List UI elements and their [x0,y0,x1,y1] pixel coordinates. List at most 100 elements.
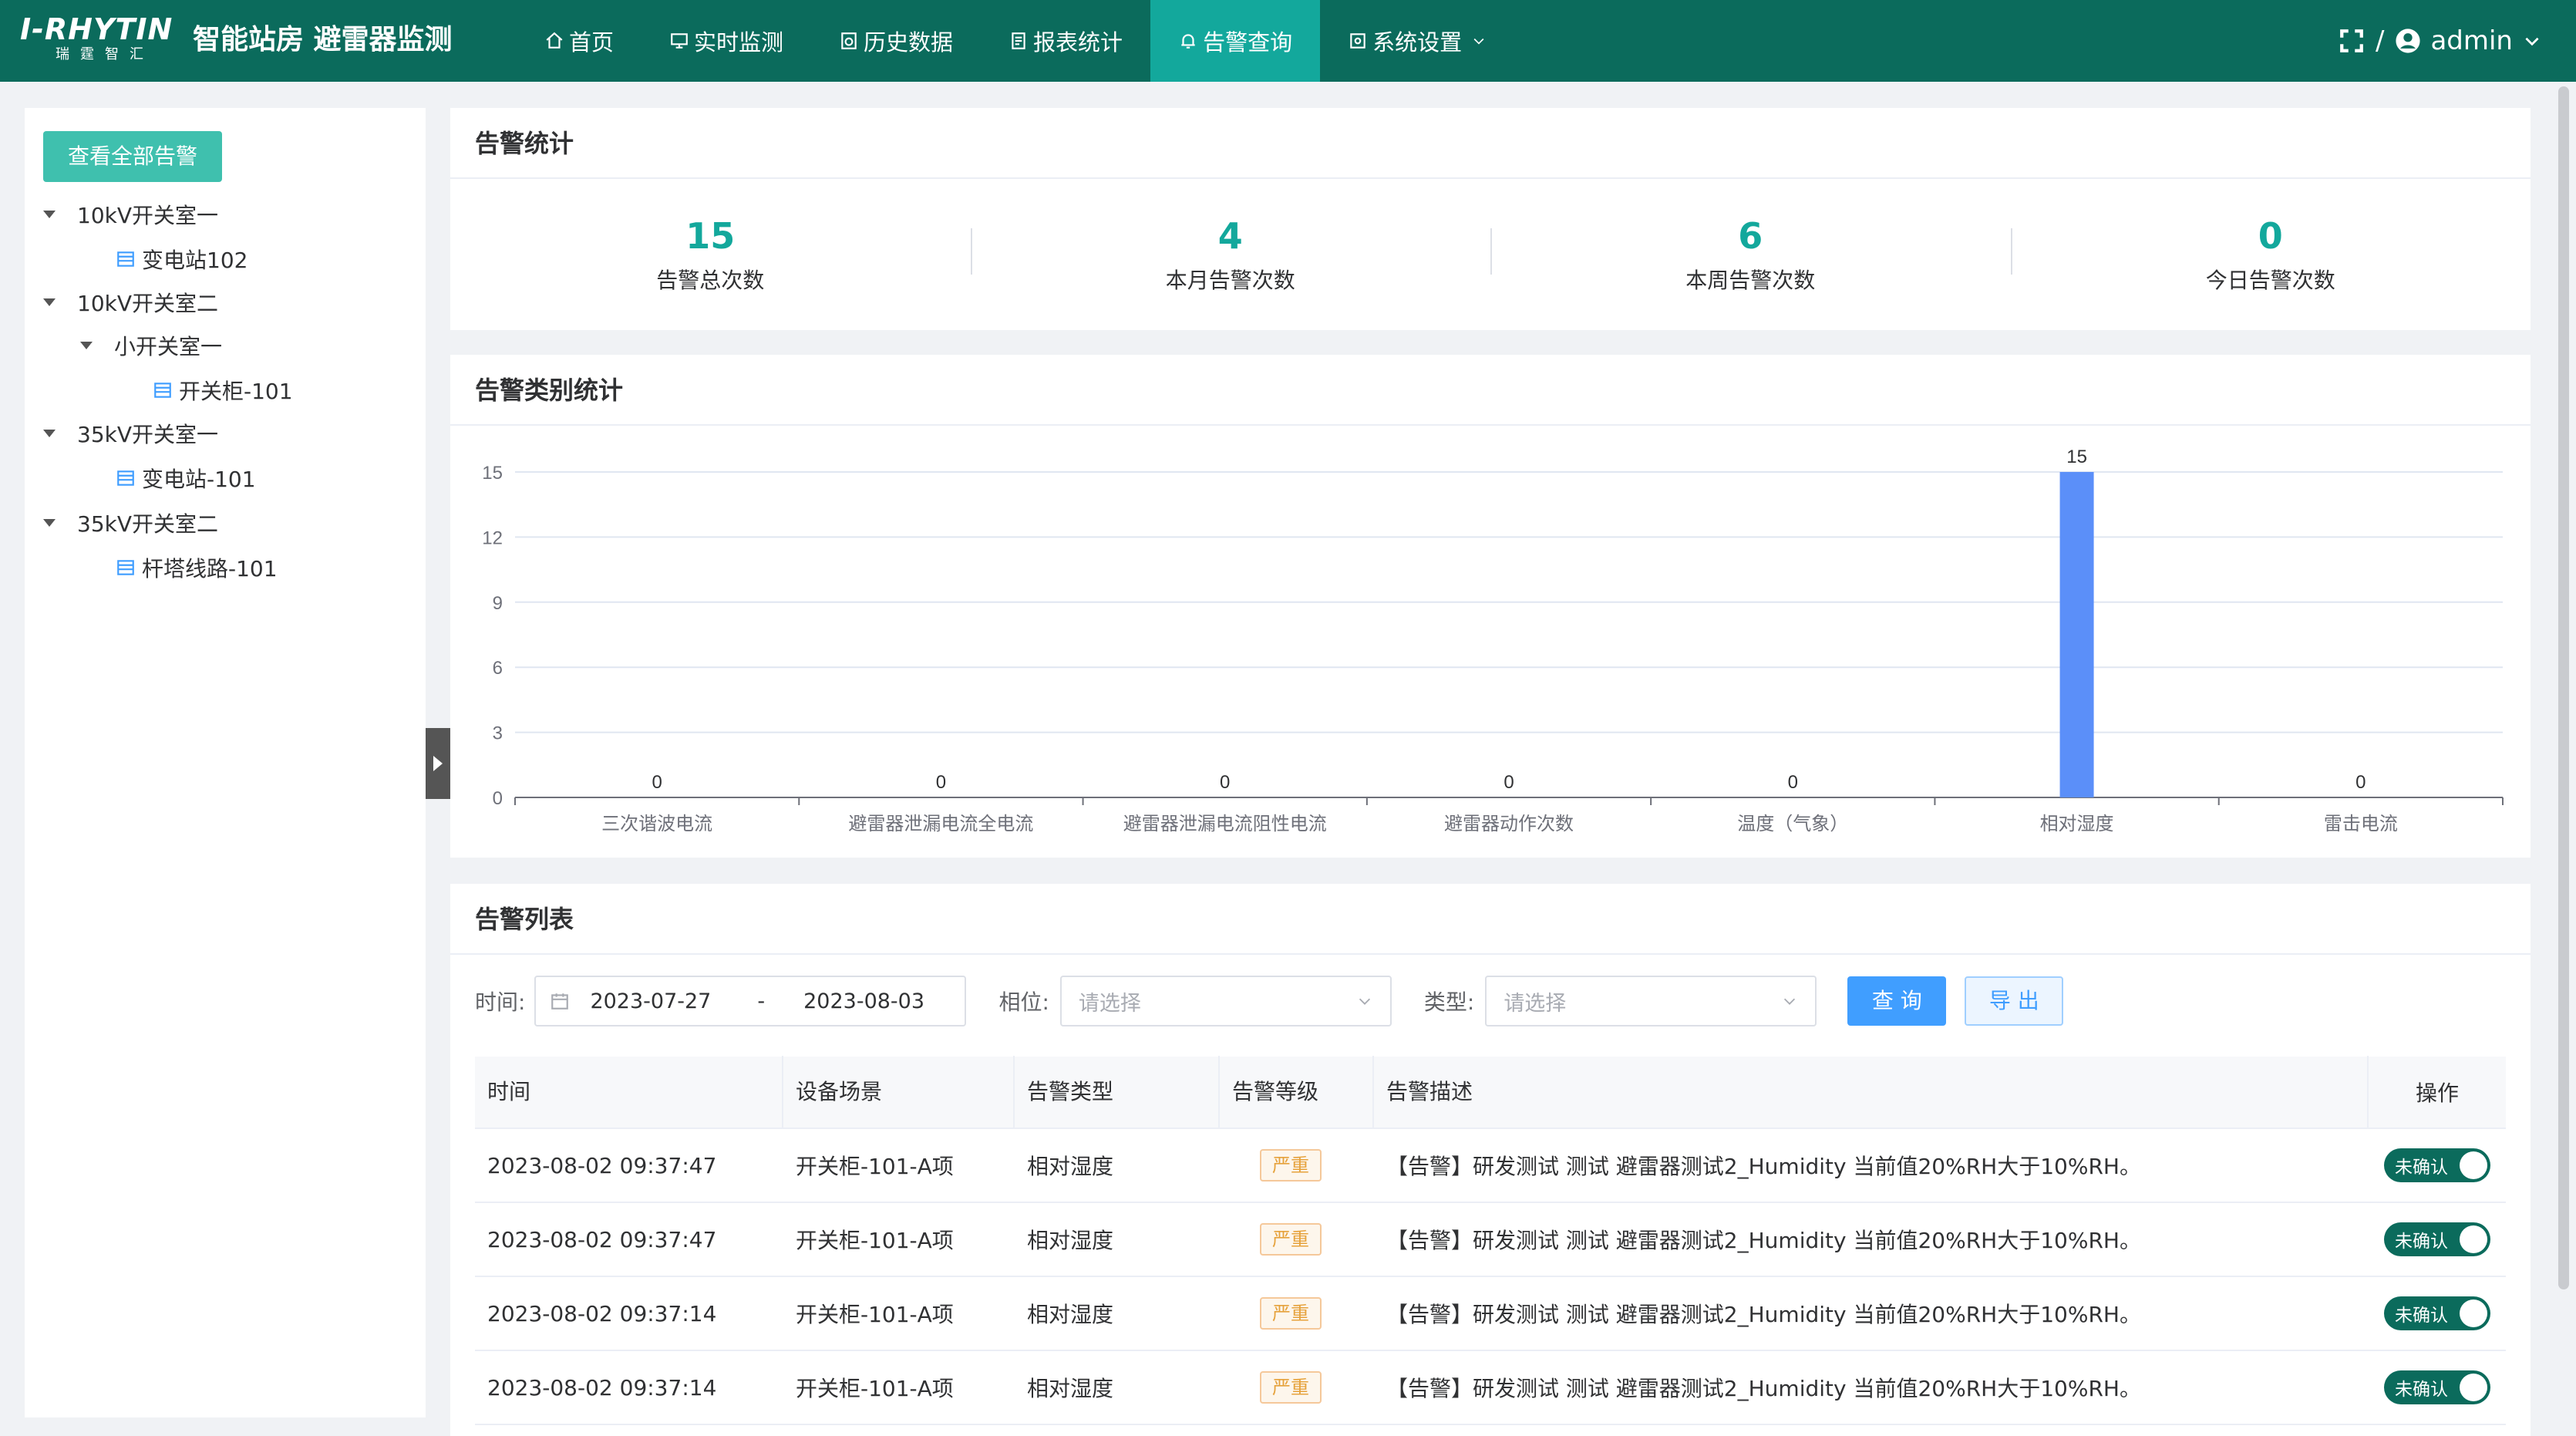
username[interactable]: admin [2430,25,2513,56]
toggle-label: 未确认 [2395,1158,2448,1178]
expand-caret-icon[interactable] [43,211,56,218]
chevron-down-icon[interactable] [2522,28,2542,54]
column-header-device[interactable]: 设备场景 [783,1056,1015,1128]
tree-leaf[interactable]: 变电站-101 [116,460,256,497]
fullscreen-icon[interactable] [2339,28,2365,54]
nav-item-realtime[interactable]: 实时监测 [641,0,811,82]
x-tick-label: 雷击电流 [2324,813,2398,834]
tree-leaf[interactable]: 变电站102 [116,241,247,278]
expand-caret-icon[interactable] [43,519,56,527]
chevron-down-icon [1784,998,1796,1005]
query-button[interactable]: 查 询 [1847,976,1947,1026]
column-header-description[interactable]: 告警描述 [1374,1056,2369,1128]
tree-node[interactable]: 10kV开关室一 [43,196,218,233]
top-navigation-bar: I-RHYTIN 瑞霆智汇 智能站房 避雷器监测 首页 实时监测 历史数据 报表… [0,0,2576,82]
nav-item-home[interactable]: 首页 [517,0,641,82]
y-tick-label: 6 [493,658,503,679]
table-row[interactable]: 2023-08-02 09:37:47 开关柜-101-A项 相对湿度 严重 【… [475,1129,2506,1203]
tree-node-label: 变电站102 [142,248,248,273]
card-title: 告警类别统计 [450,355,2531,426]
y-tick-label: 12 [482,528,503,548]
column-header-level[interactable]: 告警等级 [1220,1056,1374,1128]
cell-device: 开关柜-101-A项 [796,1376,954,1401]
export-button[interactable]: 导 出 [1965,976,2064,1026]
header-separator: / [2375,25,2385,56]
stats-row: 15 告警总次数 4 本月告警次数 6 本周告警次数 0 今日告警次数 [450,179,2531,330]
toggle-label: 未确认 [2395,1232,2448,1252]
tree-node-label: 35kV开关室一 [77,422,218,447]
nav-label: 首页 [569,29,615,56]
nav-item-alarm-query[interactable]: 告警查询 [1150,0,1321,82]
home-icon [546,32,563,49]
stat-value: 4 [1217,215,1243,257]
expand-caret-icon[interactable] [43,430,56,437]
confirm-toggle[interactable]: 未确认 [2384,1370,2490,1404]
expand-caret-icon[interactable] [80,342,93,349]
cell-level: 严重 [1220,1149,1374,1181]
stat-week: 6 本周告警次数 [1490,213,2011,296]
chevron-down-icon [1359,998,1370,1005]
chevron-right-icon [433,756,443,771]
table-row[interactable]: 2023-08-02 09:37:47 开关柜-101-A项 相对湿度 严重 【… [475,1203,2506,1277]
expand-caret-icon[interactable] [43,298,56,306]
tree-node[interactable]: 35kV开关室二 [43,504,218,541]
tree-node[interactable]: 10kV开关室二 [43,284,218,321]
nav-label: 报表统计 [1033,29,1123,56]
x-tick-label: 相对湿度 [2040,813,2114,834]
device-list-icon [154,383,171,398]
phase-filter-label: 相位: [998,989,1049,1015]
alarm-table: 时间 设备场景 告警类型 告警等级 告警描述 操作 2023-08-02 09:… [475,1056,2506,1425]
nav-item-settings[interactable]: 系统设置 [1320,0,1514,82]
date-start[interactable]: 2023-07-27 [590,989,711,1013]
confirm-toggle[interactable]: 未确认 [2384,1296,2490,1330]
tree-node[interactable]: 小开关室一 [80,327,222,364]
cell-description: 【告警】研发测试 测试 避雷器测试2_Humidity 当前值20%RH大于10… [1386,1302,2141,1327]
stat-value: 6 [1738,215,1763,257]
data-label: 0 [1788,772,1798,793]
monitor-icon [671,33,688,49]
phase-select[interactable]: 请选择 [1059,976,1392,1026]
confirm-toggle[interactable]: 未确认 [2384,1222,2490,1256]
tree-node-label: 变电站-101 [142,467,256,492]
tree-node[interactable]: 35kV开关室一 [43,415,218,452]
chart-area: 0 3 6 9 12 15 0 三次谐波电流 0 避雷器泄漏电流全电流 0 避雷器泄漏电流阻性电流 0 避… [450,427,2531,859]
bar-chart: 0 3 6 9 12 15 0 三次谐波电流 0 避雷器泄漏电流全电流 0 避雷器泄漏电流阻性电流 0 避… [482,447,2504,834]
time-filter-label: 时间: [475,989,526,1015]
date-range-picker[interactable]: 2023-07-27 - 2023-08-03 [534,976,967,1026]
device-list-icon [117,560,134,575]
date-end[interactable]: 2023-08-03 [803,989,924,1013]
table-row[interactable]: 2023-08-02 09:37:14 开关柜-101-A项 相对湿度 严重 【… [475,1277,2506,1351]
device-tree-panel: 查看全部告警 10kV开关室一 变电站102 10kV开关室二 小开关室一 开关… [25,108,450,1417]
alarm-category-chart-card: 告警类别统计 0 3 6 9 12 15 0 三次谐波电流 0 避雷器泄漏电流全电流 0 避雷器泄漏电… [450,355,2531,858]
data-label: 15 [2066,447,2087,467]
logo-text: I-RHYTIN [20,12,173,46]
tree-leaf[interactable]: 杆塔线路-101 [116,549,278,586]
nav-label: 系统设置 [1372,29,1463,56]
cell-level: 严重 [1220,1223,1374,1256]
cell-time: 2023-08-02 09:37:47 [487,1226,717,1252]
collapse-sidebar-button[interactable] [426,728,450,799]
cell-time: 2023-08-02 09:37:14 [487,1374,717,1401]
confirm-toggle[interactable]: 未确认 [2384,1148,2490,1182]
bar [2059,472,2094,797]
table-row[interactable]: 2023-08-02 09:37:14 开关柜-101-A项 相对湿度 严重 【… [475,1351,2506,1425]
type-select[interactable]: 请选择 [1485,976,1817,1026]
y-tick-label: 3 [493,723,503,744]
cell-device: 开关柜-101-A项 [796,1154,954,1179]
data-label: 0 [936,772,946,793]
nav-item-history[interactable]: 历史数据 [811,0,981,82]
page-scrollbar[interactable] [2558,86,2569,1289]
tree-node-label: 杆塔线路-101 [142,556,278,581]
phase-placeholder: 请选择 [1078,991,1141,1016]
column-header-type[interactable]: 告警类型 [1015,1056,1220,1128]
brand-logo[interactable]: I-RHYTIN 瑞霆智汇 [20,12,182,68]
toggle-label: 未确认 [2395,1306,2448,1326]
cell-level: 严重 [1220,1297,1374,1330]
view-all-alarms-button[interactable]: 查看全部告警 [43,131,222,182]
x-tick-label: 温度（气象） [1737,813,1848,834]
tree-leaf[interactable]: 开关柜-101 [153,372,293,409]
nav-item-report[interactable]: 报表统计 [981,0,1150,82]
column-header-time[interactable]: 时间 [475,1056,783,1128]
stat-value: 0 [2258,215,2283,257]
severity-badge: 严重 [1260,1297,1322,1330]
